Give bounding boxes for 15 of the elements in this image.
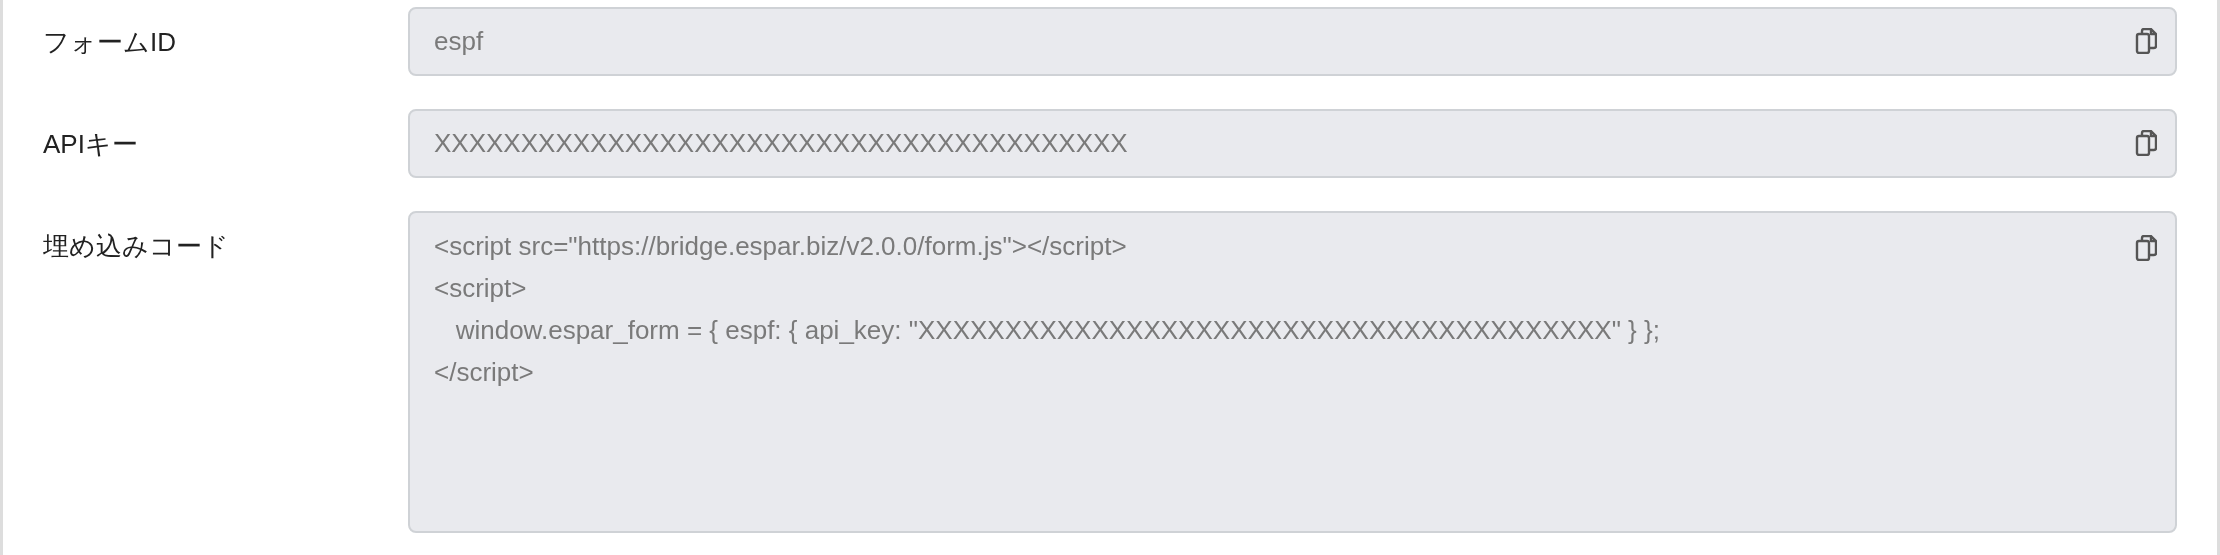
field-value: <script> bbox=[434, 272, 528, 305]
copy-icon[interactable] bbox=[2135, 28, 2157, 54]
copy-icon[interactable] bbox=[2135, 235, 2157, 261]
field-label: フォームID bbox=[43, 26, 177, 59]
text-field[interactable]: XXXXXXXXXXXXXXXXXXXXXXXXXXXXXXXXXXXXXXXX bbox=[408, 109, 2177, 178]
field-label: APIキー bbox=[43, 128, 139, 161]
field-value: XXXXXXXXXXXXXXXXXXXXXXXXXXXXXXXXXXXXXXXX bbox=[434, 128, 1129, 158]
field-value: espf bbox=[434, 26, 485, 56]
field-label: 埋め込みコード bbox=[43, 230, 230, 263]
copy-icon[interactable] bbox=[2135, 130, 2157, 156]
field-value: window.espar_form = { espf: { api_key: "XXXXXXXXXXXXXXXXXXXXXXXXXXXXXXXXXXXXXXXX" } }; bbox=[454, 314, 1661, 347]
field-value: </script> bbox=[434, 356, 535, 389]
text-field[interactable]: espf bbox=[408, 7, 2177, 76]
field-value: <script src="https://bridge.espar.biz/v2.0.0/form.js"></script> bbox=[434, 230, 1128, 263]
code-field[interactable]: <script src="https://bridge.espar.biz/v2.0.0/form.js"></script> <script> window.espar_form = { espf: { api_key: "XXXXXXXXXXXXXXXXXXXXXXXXXXXXXXXXXXXXXXXX" } }; </script> bbox=[408, 211, 2177, 533]
